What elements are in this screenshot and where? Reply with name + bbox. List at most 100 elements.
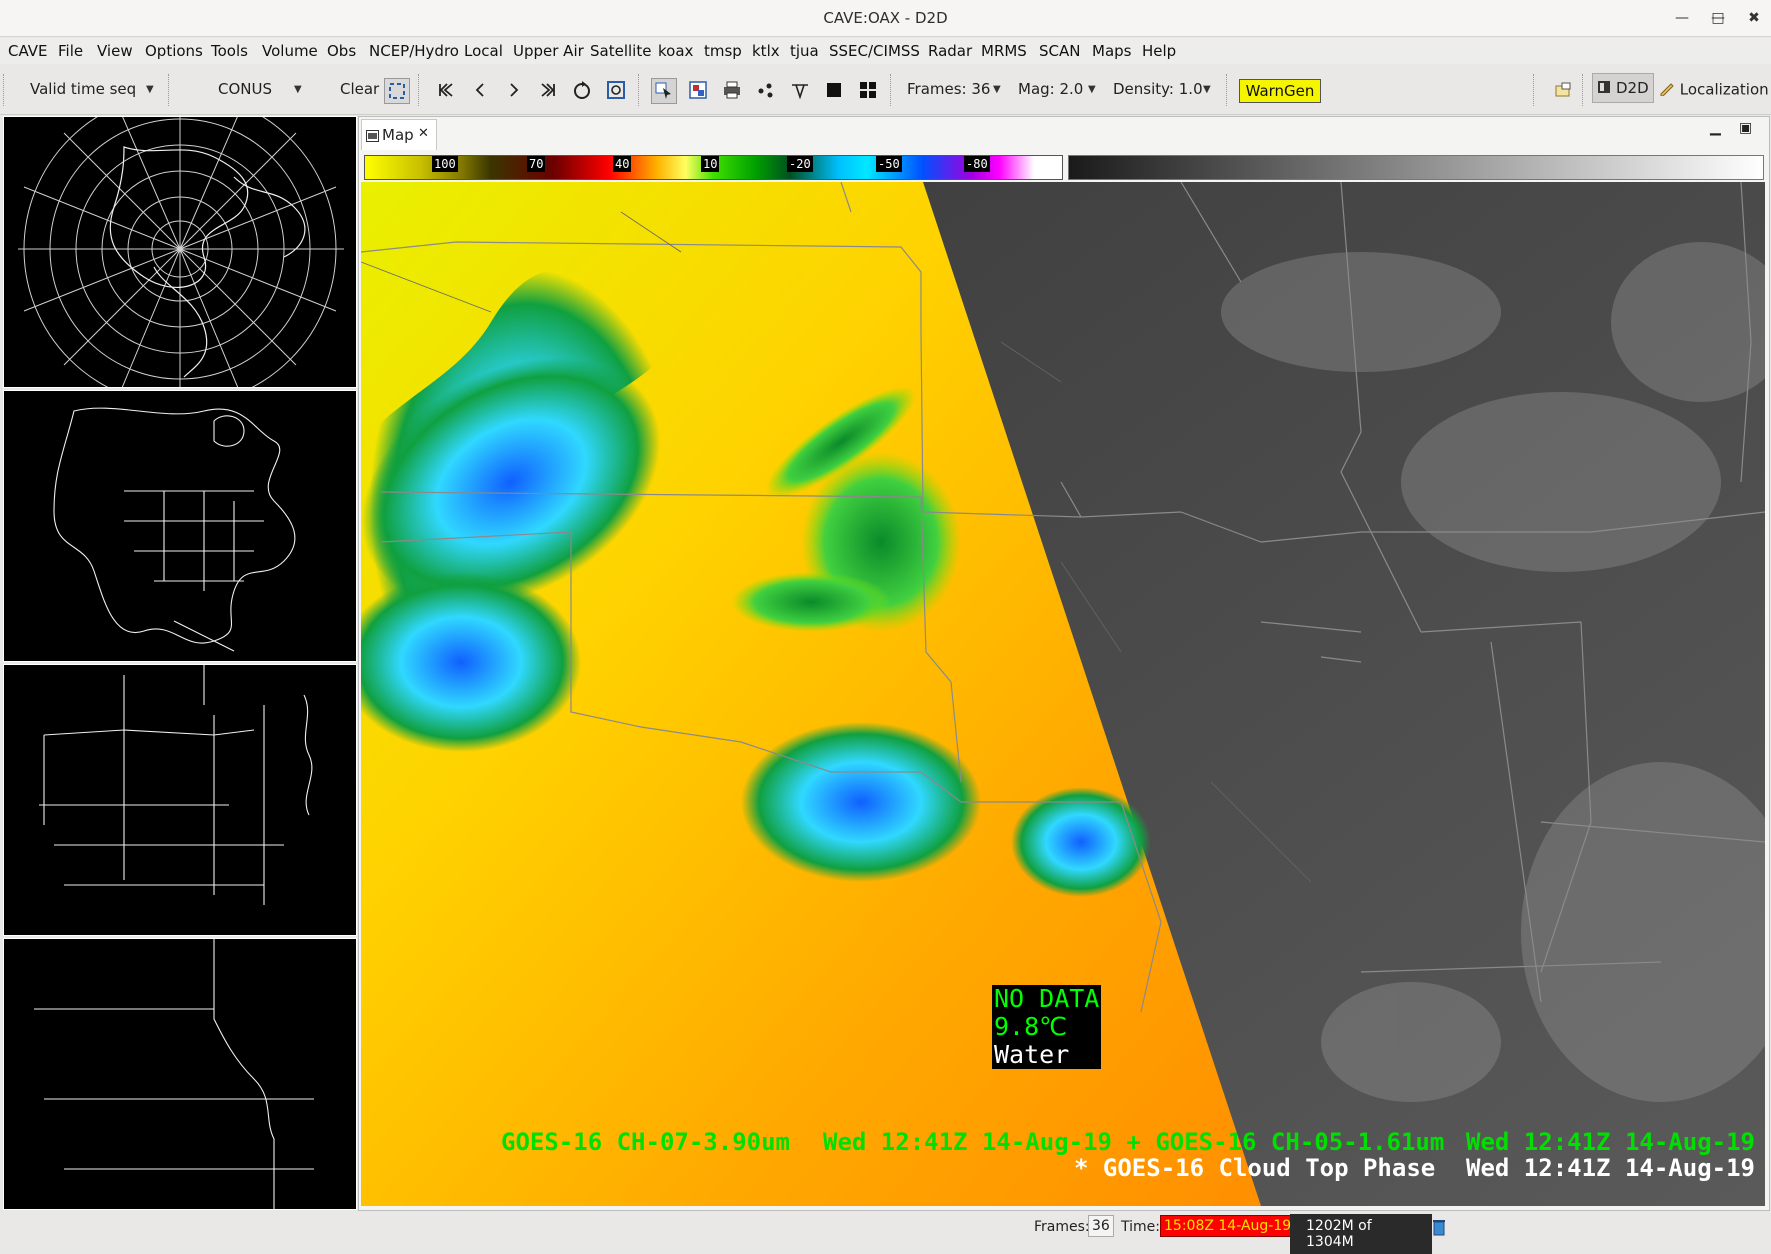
menu-ncep-hydro[interactable]: NCEP/Hydro [369, 42, 459, 60]
warngen-button[interactable]: WarnGen [1239, 79, 1321, 103]
color-bar-ir: 100 70 40 10 -20 -50 -80 [364, 155, 1063, 180]
cross-section-icon[interactable] [788, 78, 812, 102]
colorbar-tick: -50 [876, 156, 902, 172]
close-button[interactable]: ✖ [1742, 6, 1766, 30]
menu-mrms[interactable]: MRMS [981, 42, 1027, 60]
menu-koax[interactable]: koax [658, 42, 693, 60]
select-pane-icon[interactable] [651, 78, 677, 104]
menu-maps[interactable]: Maps [1092, 42, 1131, 60]
minimize-button[interactable]: — [1670, 6, 1694, 30]
localization-perspective-button[interactable]: Localization [1659, 80, 1769, 100]
tab-map-label: Map [382, 126, 414, 144]
single-panel-icon[interactable] [822, 78, 846, 102]
frames-select[interactable]: Frames: 36 [907, 80, 990, 98]
tab-map[interactable]: Map ✕ [361, 119, 437, 150]
colorbar-tick: 10 [701, 156, 720, 172]
density-dropdown-icon[interactable]: ▼ [1203, 84, 1211, 95]
open-perspective-icon[interactable] [1551, 78, 1575, 102]
menu-upper-air[interactable]: Upper Air [513, 42, 584, 60]
scale-dropdown-icon[interactable]: ▼ [294, 84, 302, 95]
colorbar-tick: 70 [527, 156, 546, 172]
sample-readout-line3: Water [994, 1040, 1070, 1069]
four-panel-icon[interactable] [856, 78, 880, 102]
menu-obs[interactable]: Obs [327, 42, 356, 60]
toolbar: Valid time seq ▼ CONUS ▼ Clear Frames: 3… [0, 66, 1771, 115]
menu-tmsp[interactable]: tmsp [704, 42, 742, 60]
legend-product-1-time: Wed 12:41Z 14-Aug-19 + GOES-16 CH-05-1.6… [823, 1128, 1445, 1156]
menu-volume[interactable]: Volume [262, 42, 318, 60]
menu-help[interactable]: Help [1142, 42, 1176, 60]
mag-dropdown-icon[interactable]: ▼ [1088, 84, 1096, 95]
mag-select[interactable]: Mag: 2.0 [1018, 80, 1083, 98]
previous-frame-icon[interactable] [468, 78, 492, 102]
legend-product-1-right: Wed 12:41Z 14-Aug-19 [1466, 1128, 1755, 1156]
menu-tools[interactable]: Tools [211, 42, 248, 60]
colorbar-tick: -80 [964, 156, 990, 172]
colorbar-tick: 100 [432, 156, 458, 172]
minimize-icon: — [1675, 10, 1689, 26]
menu-ssec-cimss[interactable]: SSEC/CIMSS [829, 42, 920, 60]
sample-points-icon[interactable] [754, 78, 778, 102]
menu-bar: CAVE File View Options Tools Volume Obs … [0, 38, 1771, 64]
status-time-label: Time: [1121, 1219, 1160, 1235]
colorbar-tick: 40 [613, 156, 632, 172]
maximize-button[interactable]: □ [1706, 6, 1730, 30]
garbage-collect-icon[interactable] [1432, 1218, 1446, 1240]
minimize-view-button[interactable]: ▁ [1710, 120, 1721, 136]
sample-readout: NO DATA 9.8℃ Water [992, 984, 1102, 1069]
satellite-map-view[interactable]: NO DATA 9.8℃ Water GOES-16 CH-07-3.90um … [361, 182, 1765, 1206]
menu-scan[interactable]: SCAN [1039, 42, 1080, 60]
last-frame-icon[interactable] [536, 78, 560, 102]
status-time-value: 15:08Z 14-Aug-19 [1160, 1215, 1296, 1237]
status-bar: Frames: 36 Time: 15:08Z 14-Aug-19 1202M … [0, 1211, 1771, 1254]
central-us-map [39, 665, 313, 905]
next-frame-icon[interactable] [502, 78, 526, 102]
menu-options[interactable]: Options [145, 42, 203, 60]
time-mode-dropdown-icon[interactable]: ▼ [146, 84, 154, 95]
side-panel-north-america[interactable] [3, 390, 357, 662]
legend-product-2: * GOES-16 Cloud Top Phase [1074, 1154, 1436, 1182]
d2d-perspective-label: D2D [1616, 79, 1649, 97]
scale-select[interactable]: CONUS [218, 80, 272, 98]
menu-tjua[interactable]: tjua [790, 42, 819, 60]
menu-local[interactable]: Local [464, 42, 503, 60]
color-bar-visible [1068, 155, 1764, 180]
regional-map [34, 939, 314, 1209]
loop-properties-icon[interactable] [604, 78, 628, 102]
image-properties-icon[interactable] [686, 78, 710, 102]
menu-view[interactable]: View [97, 42, 133, 60]
first-frame-icon[interactable] [434, 78, 458, 102]
side-panel-central-us[interactable] [3, 664, 357, 936]
legend-product-2-time: Wed 12:41Z 14-Aug-19 [1466, 1154, 1755, 1182]
zoom-extent-icon[interactable] [384, 78, 410, 104]
localization-label: Localization [1679, 80, 1769, 99]
d2d-perspective-button[interactable]: D2D [1592, 73, 1654, 103]
maximize-icon: □ [1711, 10, 1725, 26]
polar-grid-map [18, 87, 344, 408]
status-frames-label: Frames: [1034, 1219, 1090, 1235]
time-mode-select[interactable]: Valid time seq [30, 80, 136, 98]
sample-readout-line1: NO DATA [994, 984, 1100, 1013]
tab-close-icon[interactable]: ✕ [418, 126, 429, 141]
map-tab-icon [366, 128, 379, 146]
menu-cave[interactable]: CAVE [8, 42, 48, 60]
close-icon: ✖ [1748, 10, 1760, 26]
clear-button[interactable]: Clear [340, 80, 379, 98]
north-america-map [53, 407, 296, 652]
loop-icon[interactable] [570, 78, 594, 102]
localization-icon [1659, 80, 1675, 100]
density-select[interactable]: Density: 1.0 [1113, 80, 1203, 98]
title-bar: CAVE:OAX - D2D — [0, 0, 1771, 37]
menu-satellite[interactable]: Satellite [590, 42, 651, 60]
colorbar-tick: -20 [787, 156, 813, 172]
heap-memory-indicator[interactable]: 1202M of 1304M [1290, 1214, 1432, 1254]
side-panel-polar[interactable] [3, 87, 357, 408]
menu-radar[interactable]: Radar [928, 42, 972, 60]
print-icon[interactable] [720, 78, 744, 102]
maximize-view-button[interactable]: ▣ [1739, 120, 1752, 136]
menu-file[interactable]: File [58, 42, 83, 60]
d2d-perspective-icon [1597, 80, 1611, 98]
side-panel-regional[interactable] [3, 938, 357, 1210]
menu-ktlx[interactable]: ktlx [752, 42, 780, 60]
frames-dropdown-icon[interactable]: ▼ [993, 84, 1001, 95]
